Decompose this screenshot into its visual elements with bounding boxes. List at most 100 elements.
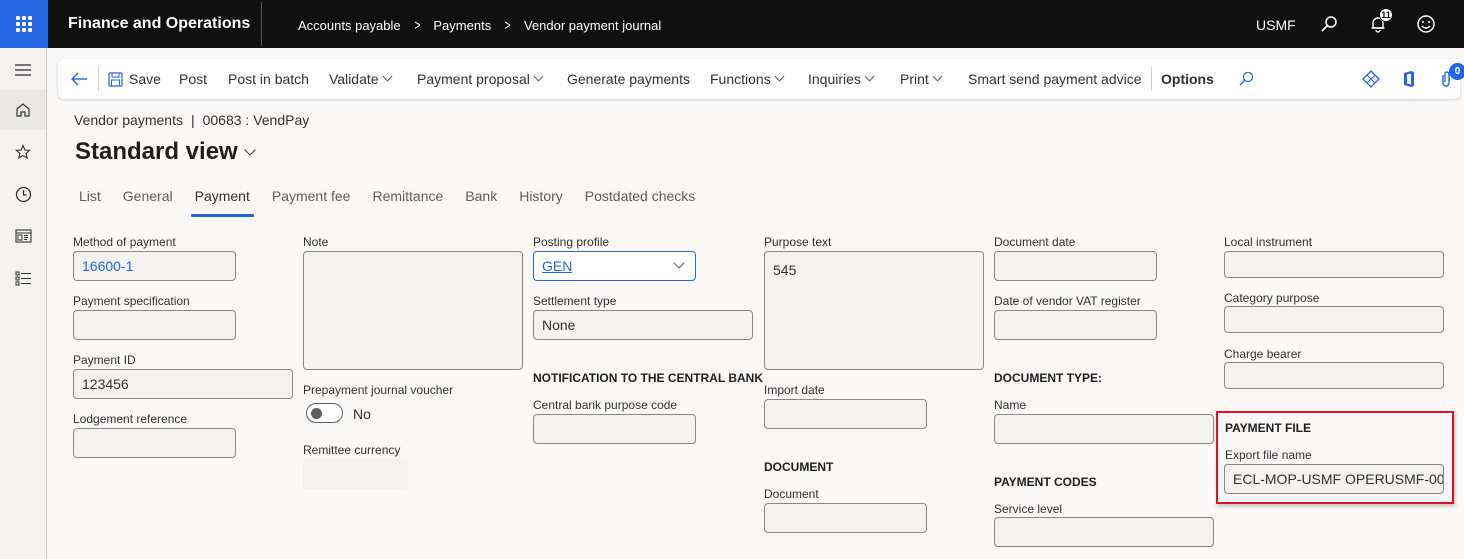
- tab-remittance[interactable]: Remittance: [372, 188, 443, 211]
- prepayment-journal-voucher-label: Prepayment journal voucher: [303, 383, 454, 397]
- name-label: Name: [994, 398, 1027, 412]
- note-label: Note: [303, 235, 329, 249]
- payment-proposal-menu[interactable]: Payment proposal: [417, 71, 544, 87]
- action-search-button[interactable]: [1236, 69, 1256, 89]
- app-title[interactable]: Finance and Operations: [68, 15, 250, 33]
- document-type-section-heading: DOCUMENT TYPE:: [994, 371, 1102, 385]
- central-bank-purpose-code-field[interactable]: [533, 414, 696, 444]
- clock-icon: [15, 186, 31, 202]
- vat-register-date-field[interactable]: [994, 310, 1157, 340]
- name-field[interactable]: [994, 414, 1214, 444]
- chevron-right-icon: >: [504, 17, 511, 34]
- functions-label: Functions: [710, 71, 771, 87]
- document-section-heading: DOCUMENT: [764, 460, 834, 474]
- toggle-knob: [311, 408, 322, 419]
- service-level-field[interactable]: [994, 517, 1214, 547]
- local-instrument-field[interactable]: [1224, 251, 1444, 278]
- view-selector[interactable]: Standard view: [75, 138, 256, 166]
- note-field[interactable]: [303, 251, 523, 370]
- lodgement-reference-field[interactable]: [73, 428, 236, 458]
- tab-postdated-checks[interactable]: Postdated checks: [585, 188, 696, 211]
- payment-codes-section-heading: PAYMENT CODES: [994, 475, 1097, 489]
- purpose-text-field[interactable]: 545: [764, 251, 984, 370]
- posting-profile-dropdown[interactable]: GEN: [533, 251, 696, 281]
- charge-bearer-field[interactable]: [1224, 362, 1444, 389]
- caption-record: 00683 : VendPay: [202, 112, 310, 128]
- settlement-type-field[interactable]: None: [533, 310, 753, 340]
- action-pane: Save Post Post in batch Validate Payment…: [58, 59, 1464, 99]
- divider: [1151, 67, 1152, 91]
- nav-home[interactable]: [0, 90, 46, 130]
- chevron-down-icon: [533, 71, 544, 81]
- back-button[interactable]: [68, 68, 90, 90]
- save-icon: [108, 71, 123, 87]
- payment-id-field[interactable]: 123456: [73, 369, 293, 399]
- local-instrument-label: Local instrument: [1224, 235, 1313, 249]
- breadcrumb-vendor-payment-journal[interactable]: Vendor payment journal: [524, 18, 661, 33]
- divider: [98, 67, 99, 91]
- tab-list[interactable]: List: [79, 188, 101, 211]
- tab-payment-fee[interactable]: Payment fee: [272, 188, 351, 211]
- search-icon: [1321, 16, 1337, 32]
- tab-general[interactable]: General: [123, 188, 173, 211]
- nav-collapse-button[interactable]: [0, 50, 46, 90]
- payment-specification-field[interactable]: [73, 310, 236, 340]
- payment-proposal-label: Payment proposal: [417, 71, 530, 87]
- functions-menu[interactable]: Functions: [710, 71, 785, 87]
- method-of-payment-label: Method of payment: [73, 235, 176, 249]
- search-icon: [1239, 71, 1254, 86]
- back-arrow-icon: [71, 72, 87, 86]
- import-date-label: Import date: [764, 383, 825, 397]
- document-field[interactable]: [764, 503, 927, 533]
- office-button[interactable]: [1399, 69, 1419, 89]
- post-button[interactable]: Post: [179, 71, 207, 87]
- tab-payment[interactable]: Payment: [190, 188, 255, 217]
- central-bank-purpose-code-label: Central bank purpose code: [533, 398, 678, 412]
- lodgement-reference-label: Lodgement reference: [73, 412, 188, 426]
- list-icon: [15, 271, 31, 285]
- chevron-down-icon: [244, 144, 256, 156]
- breadcrumb: Accounts payable > Payments > Vendor pay…: [298, 18, 661, 33]
- import-date-field[interactable]: [764, 399, 927, 429]
- save-button[interactable]: Save: [108, 71, 161, 87]
- nav-workspaces[interactable]: [0, 216, 46, 256]
- remittee-currency-field: [303, 459, 408, 489]
- caption-separator: |: [190, 112, 195, 128]
- chevron-down-icon: [382, 71, 393, 81]
- nav-favorites[interactable]: [0, 132, 46, 172]
- save-label: Save: [129, 71, 161, 87]
- category-purpose-field[interactable]: [1224, 306, 1444, 333]
- document-date-field[interactable]: [994, 251, 1157, 281]
- attachments-button[interactable]: 0: [1436, 63, 1464, 89]
- notification-count-badge: 11: [1379, 8, 1393, 22]
- validate-menu[interactable]: Validate: [329, 71, 393, 87]
- posting-profile-value[interactable]: GEN: [542, 258, 572, 274]
- breadcrumb-payments[interactable]: Payments: [433, 18, 491, 33]
- document-label: Document: [764, 487, 819, 501]
- breadcrumb-accounts-payable[interactable]: Accounts payable: [298, 18, 401, 33]
- generate-payments-button[interactable]: Generate payments: [567, 71, 690, 87]
- tab-bank[interactable]: Bank: [465, 188, 497, 211]
- company-picker[interactable]: USMF: [1256, 17, 1296, 33]
- print-menu[interactable]: Print: [900, 71, 943, 87]
- smart-send-payment-advice-button[interactable]: Smart send payment advice: [968, 71, 1142, 87]
- chevron-down-icon[interactable]: [673, 257, 685, 269]
- power-apps-button[interactable]: [1361, 69, 1381, 89]
- power-apps-icon: [1362, 70, 1380, 88]
- notifications-button[interactable]: 11: [1366, 8, 1393, 36]
- search-button[interactable]: [1317, 12, 1341, 36]
- inquiries-menu[interactable]: Inquiries: [808, 71, 875, 87]
- office-icon: [1404, 71, 1414, 87]
- prepayment-journal-voucher-value: No: [353, 406, 371, 422]
- nav-recent[interactable]: [0, 174, 46, 214]
- navigation-pane: [0, 48, 47, 559]
- prepayment-journal-voucher-toggle[interactable]: [306, 403, 343, 423]
- post-in-batch-button[interactable]: Post in batch: [228, 71, 309, 87]
- method-of-payment-field[interactable]: 16600-1: [73, 251, 236, 281]
- nav-modules[interactable]: [0, 258, 46, 298]
- options-tab[interactable]: Options: [1161, 71, 1214, 87]
- app-launcher-button[interactable]: [0, 0, 48, 48]
- feedback-button[interactable]: [1414, 12, 1438, 36]
- tab-history[interactable]: History: [519, 188, 563, 211]
- category-purpose-label: Category purpose: [1224, 291, 1320, 305]
